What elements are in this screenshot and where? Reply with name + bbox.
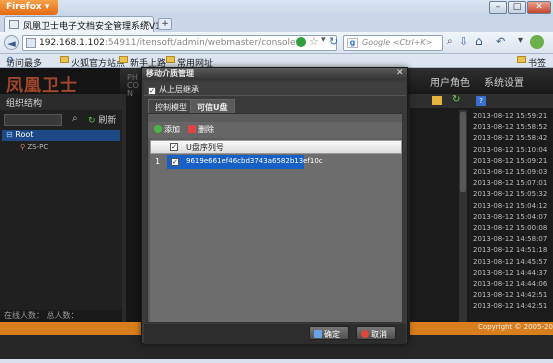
grid-toolbar — [148, 122, 402, 138]
row-checkbox[interactable]: ✓ — [171, 158, 179, 166]
tree-node-computer[interactable]: ⚲ ZS-PC — [20, 143, 48, 151]
log-timestamp: 2013-08-12 14:42:51 — [473, 291, 548, 300]
folder-icon — [517, 56, 526, 63]
delete-button[interactable]: 删除 — [188, 124, 214, 135]
refresh-icon: ↻ — [88, 116, 96, 126]
tab-control-model[interactable]: 控制模型 — [148, 99, 194, 113]
inherit-checkbox[interactable]: ✓ — [148, 87, 156, 95]
footer-bar-left — [0, 322, 143, 335]
folder-icon — [60, 56, 69, 63]
copyright-text: Copyright © 2005-20 — [478, 323, 553, 331]
app-logo: 凤凰卫士 — [0, 68, 120, 96]
home-icon[interactable]: ⌂ — [475, 34, 483, 48]
scrollbar-thumb[interactable] — [460, 112, 466, 192]
folder-icon — [166, 56, 175, 63]
folder-icon — [119, 56, 128, 63]
browser-tab[interactable]: 凤凰卫士电子文档安全管理系统V1.0 × — [4, 16, 169, 32]
log-timestamp: 2013-08-12 15:04:12 — [473, 201, 548, 210]
help-icon[interactable]: ? — [476, 96, 486, 106]
log-timestamp: 2013-08-12 14:44:37 — [473, 268, 548, 277]
go-icon[interactable] — [296, 37, 306, 47]
bookmarks-toolbar: ⚙ 访问最多 火狐官方站点 新手上路 常用网址 书签 — [0, 54, 553, 69]
downloads-icon[interactable]: ⇩ — [459, 35, 468, 48]
bookmark-getting-started[interactable]: 新手上路 — [119, 55, 166, 69]
bookmark-common-sites[interactable]: 常用网址 — [166, 55, 213, 69]
sync-icon[interactable]: ↶ — [496, 35, 505, 48]
computer-icon: ⚲ — [20, 143, 26, 151]
page-icon — [9, 20, 19, 29]
bookmarks-menu[interactable]: 书签 — [517, 55, 546, 69]
log-timestamp: 2013-08-12 15:09:21 — [473, 156, 548, 165]
log-timestamp: 2013-08-12 14:51:18 — [473, 246, 548, 255]
addon-icon[interactable] — [530, 35, 544, 49]
log-timestamp: 2013-08-12 14:42:51 — [473, 302, 548, 311]
search-input[interactable]: g Google <Ctrl+K> — [343, 35, 443, 51]
reload-icon[interactable]: ↻ — [329, 35, 338, 48]
search-icon[interactable]: ⌕ — [447, 36, 453, 47]
log-timestamp: 2013-08-12 15:09:03 — [473, 168, 548, 176]
dialog-close-icon[interactable]: ✕ — [396, 68, 404, 78]
menu-arrow-icon[interactable]: ▾ — [518, 35, 523, 46]
save-icon — [314, 330, 322, 338]
org-structure-title: 组织结构 — [0, 94, 122, 110]
new-tab-button[interactable]: + — [158, 18, 172, 30]
log-timestamp: 2013-08-12 15:05:32 — [473, 190, 548, 199]
back-icon[interactable]: ◄ — [4, 35, 19, 50]
firefox-menu-button[interactable]: Firefox ▾ — [0, 0, 58, 15]
bookmark-firefox-site[interactable]: 火狐官方站点 — [60, 55, 125, 69]
partial-header-text: PH CO N — [127, 73, 139, 98]
close-tab-icon[interactable]: × — [142, 19, 150, 29]
window-titlebar — [0, 0, 553, 16]
maximize-button[interactable]: □ — [508, 1, 526, 14]
refresh-button[interactable]: ↻ 刷新 — [88, 113, 116, 126]
search-icon[interactable]: ⌕ — [72, 113, 78, 124]
log-toolbar: ↻ ? — [410, 94, 553, 108]
log-timestamp: 2013-08-12 15:58:52 — [473, 123, 548, 132]
url-input[interactable]: 192.168.1.102:54911/itensoft/admin/webma… — [22, 35, 337, 51]
folder-icon[interactable] — [432, 96, 442, 105]
log-timestamp: 2013-08-12 15:07:01 — [473, 179, 548, 188]
dialog-title: 移动介质管理 — [142, 68, 407, 80]
log-timestamp: 2013-08-12 14:58:07 — [473, 235, 548, 244]
close-window-button[interactable]: ✕ — [527, 1, 551, 14]
cancel-button[interactable]: 取消 — [356, 326, 396, 340]
add-button[interactable]: 添加 — [154, 124, 180, 135]
site-identity-icon[interactable] — [26, 38, 36, 48]
tree-expand-icon: ⊟ — [6, 130, 13, 139]
log-timestamp: 2013-08-12 14:44:06 — [473, 280, 548, 288]
cancel-icon — [361, 330, 369, 338]
tab-trusted-usb[interactable]: 可信U盘 — [190, 99, 235, 113]
nav-user-roles[interactable]: 用户角色 — [430, 74, 470, 89]
inherit-checkbox-row[interactable]: ✓ 从上层继承 — [144, 82, 406, 96]
refresh-icon[interactable]: ↻ — [452, 94, 460, 105]
log-timestamp: 2013-08-12 15:04:07 — [473, 212, 548, 221]
google-icon[interactable]: g — [347, 38, 358, 48]
column-header-serial: U盘序列号 — [186, 143, 224, 152]
select-all-checkbox[interactable]: ✓ — [170, 143, 178, 151]
bookmark-star-icon[interactable]: ☆ — [309, 35, 319, 48]
minimize-button[interactable]: – — [489, 1, 507, 14]
ok-button[interactable]: 确定 — [309, 326, 349, 340]
org-structure-panel — [0, 94, 122, 322]
log-timestamp: 2013-08-12 15:00:08 — [473, 224, 548, 232]
online-count-status: 在线人数： 总人数： — [0, 310, 122, 322]
add-icon — [154, 125, 162, 133]
usb-serial-cell: 9619e661ef46cbd3743a6582b13ef10c — [186, 157, 323, 165]
browser-statusbar — [0, 359, 553, 363]
org-search-input[interactable] — [4, 114, 62, 126]
dropdown-arrow-icon[interactable]: ▾ — [321, 35, 326, 45]
log-timestamp: 2013-08-12 15:59:21 — [473, 112, 548, 120]
log-timestamp: 2013-08-12 15:58:42 — [473, 134, 548, 143]
nav-system-settings[interactable]: 系统设置 — [484, 74, 524, 89]
tree-node-root[interactable]: ⊟ Root — [2, 130, 120, 141]
row-number: 1 — [155, 157, 161, 166]
delete-icon — [188, 125, 196, 133]
log-timestamp: 2013-08-12 15:10:04 — [473, 145, 548, 154]
log-timestamp: 2013-08-12 14:45:57 — [473, 257, 548, 266]
